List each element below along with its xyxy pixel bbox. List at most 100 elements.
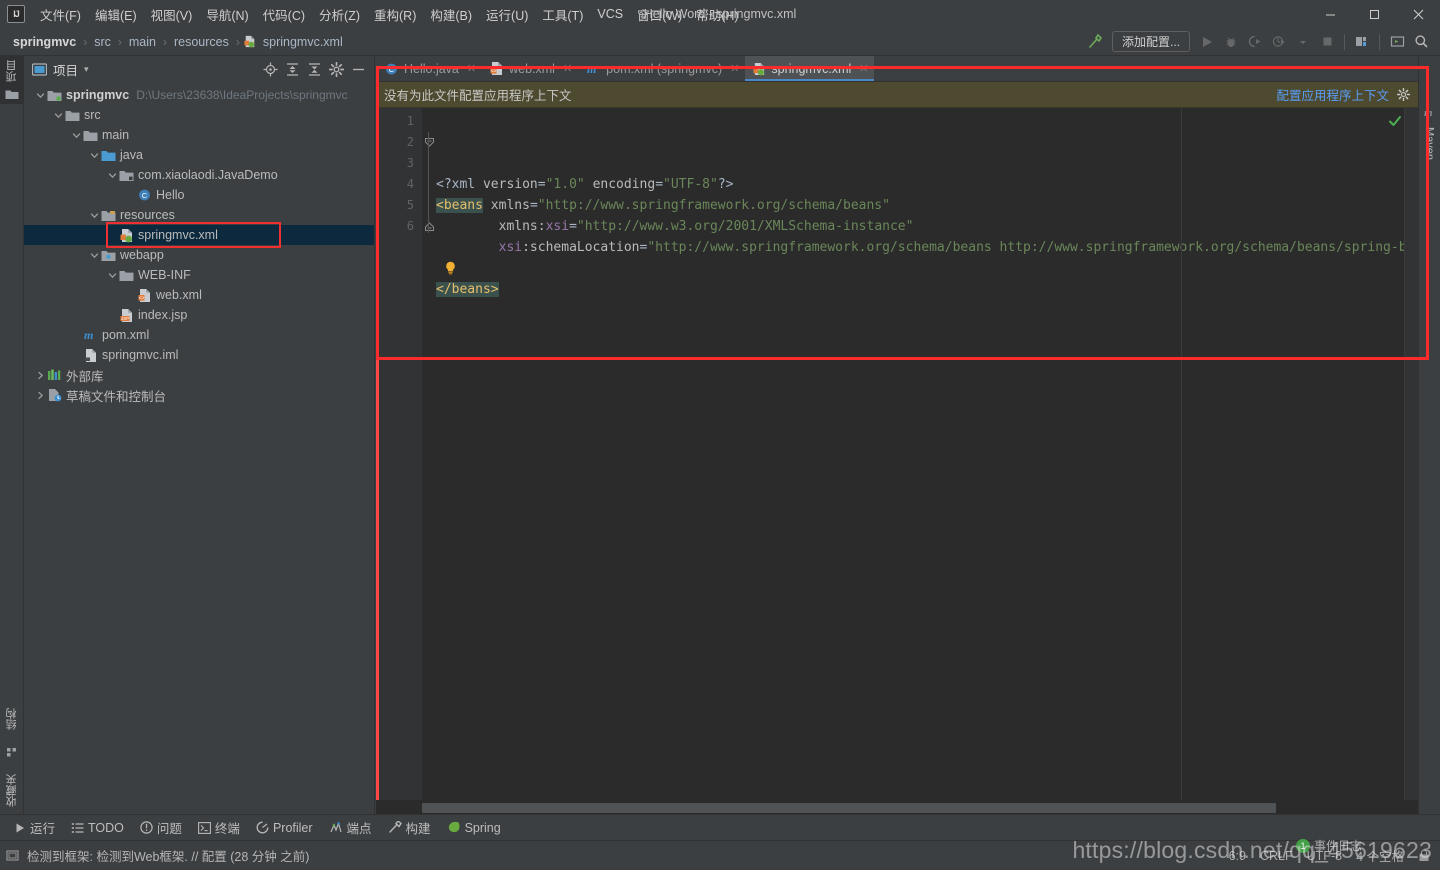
project-structure-icon[interactable] — [1351, 31, 1373, 53]
inspection-marker-gutter[interactable] — [1404, 108, 1418, 800]
close-button[interactable] — [1396, 0, 1440, 28]
bottom-tool---[interactable]: 终端 — [190, 816, 248, 839]
stop-icon[interactable] — [1316, 31, 1338, 53]
line-separator[interactable]: CRLF — [1260, 849, 1293, 863]
menu-item-4[interactable]: 代码(C) — [256, 1, 312, 28]
menu-item-10[interactable]: VCS — [590, 3, 630, 25]
bottom-tool---[interactable]: 构建 — [380, 816, 439, 839]
tree-node-com.xiaolaodi.javademo[interactable]: com.xiaolaodi.JavaDemo — [24, 165, 374, 185]
code-line-1[interactable]: <?xml version="1.0" encoding="UTF-8"?> — [436, 174, 1418, 195]
bottom-tool---[interactable]: 运行 — [6, 816, 63, 839]
editor-tab-springmvc.xml[interactable]: springmvc.xml ✕ — [745, 56, 875, 81]
close-icon[interactable]: ✕ — [467, 62, 476, 75]
run-icon[interactable] — [1196, 31, 1218, 53]
fold-marker-close[interactable] — [422, 216, 436, 237]
chevron-down-icon[interactable]: ▾ — [84, 64, 89, 75]
chevron-down-icon[interactable] — [88, 145, 100, 165]
chevron-down-icon[interactable] — [70, 125, 82, 145]
maximize-button[interactable] — [1352, 0, 1396, 28]
code-line-4[interactable]: xsi:schemaLocation="http://www.springfra… — [436, 237, 1418, 258]
tree-node-springmvc[interactable]: springmvc D:\Users\23638\IdeaProjects\spr… — [24, 85, 374, 105]
fold-marker-open[interactable] — [422, 132, 436, 153]
close-icon[interactable]: ✕ — [563, 62, 572, 75]
code-editor[interactable]: 123456 <?xml version="1.0" encoding="UTF… — [376, 108, 1418, 800]
scrollbar-thumb[interactable] — [422, 803, 1277, 813]
hammer-icon[interactable] — [1084, 31, 1106, 53]
lightbulb-icon[interactable] — [444, 261, 457, 275]
menu-item-6[interactable]: 重构(R) — [367, 1, 423, 28]
lock-icon[interactable] — [1418, 849, 1430, 862]
close-icon[interactable]: ✕ — [859, 62, 868, 75]
chevron-down-icon[interactable] — [106, 165, 118, 185]
tree-node-web-inf[interactable]: WEB-INF — [24, 265, 374, 285]
tree-node-pom.xml[interactable]: m pom.xml — [24, 325, 374, 345]
menu-item-12[interactable]: 帮助(H) — [689, 1, 745, 28]
editor-tab-hello.java[interactable]: C Hello.java ✕ — [376, 56, 483, 81]
tree-node-web.xml[interactable]: <> web.xml — [24, 285, 374, 305]
bottom-tool-todo[interactable]: TODO — [63, 819, 132, 837]
chevron-down-icon[interactable] — [52, 105, 64, 125]
tree-node-main[interactable]: main — [24, 125, 374, 145]
tree-node-src[interactable]: src — [24, 105, 374, 125]
menu-item-7[interactable]: 构建(B) — [423, 1, 479, 28]
configure-app-context-link[interactable]: 配置应用程序上下文 — [1276, 85, 1389, 104]
project-tree[interactable]: springmvc D:\Users\23638\IdeaProjects\spr… — [24, 82, 374, 828]
menu-item-5[interactable]: 分析(Z) — [312, 1, 367, 28]
tree-node-springmvc.iml[interactable]: springmvc.iml — [24, 345, 374, 365]
chevron-right-icon[interactable] — [34, 385, 46, 405]
menu-item-9[interactable]: 工具(T) — [535, 1, 590, 28]
code-line-5[interactable] — [436, 258, 1418, 279]
layout-icon[interactable] — [1386, 31, 1408, 53]
breadcrumb-item-3[interactable]: resources — [171, 35, 232, 49]
bottom-tool-spring[interactable]: Spring — [439, 819, 509, 837]
close-icon[interactable]: ✕ — [730, 62, 739, 75]
editor-tab-pom.xml--springmvc-[interactable]: m pom.xml (springmvc) ✕ — [578, 56, 746, 81]
bottom-tool-profiler[interactable]: Profiler — [248, 819, 321, 837]
tree-node-springmvc.xml[interactable]: springmvc.xml — [24, 225, 374, 245]
tree-node---------[interactable]: 草稿文件和控制台 — [24, 385, 374, 405]
tree-node-java[interactable]: java — [24, 145, 374, 165]
code-line-3[interactable]: xmlns:xsi="http://www.w3.org/2001/XMLSch… — [436, 216, 1418, 237]
search-icon[interactable] — [1410, 31, 1432, 53]
event-log-status[interactable]: 1 事件日志 — [1295, 837, 1362, 854]
menu-item-11[interactable]: 窗口(W) — [630, 1, 689, 28]
menu-item-8[interactable]: 运行(U) — [479, 1, 535, 28]
caret-position[interactable]: 6:9 — [1229, 849, 1246, 863]
locate-icon[interactable] — [260, 59, 280, 79]
minimize-button[interactable] — [1308, 0, 1352, 28]
chevron-down-icon[interactable] — [106, 265, 118, 285]
maven-icon[interactable]: m — [1423, 106, 1436, 119]
profile-icon[interactable] — [1268, 31, 1290, 53]
folder-icon[interactable] — [5, 88, 19, 100]
fold-gutter[interactable] — [422, 108, 436, 800]
bottom-tool---[interactable]: 问题 — [132, 816, 190, 839]
breadcrumb-item-1[interactable]: src — [91, 35, 114, 49]
gear-icon[interactable] — [1397, 88, 1410, 101]
breadcrumb-item-4[interactable]: springmvc.xml — [260, 35, 346, 49]
memory-icon[interactable] — [6, 849, 19, 862]
chevron-right-icon[interactable] — [34, 365, 46, 385]
favorites-stripe-label[interactable]: 收藏夹 — [4, 774, 20, 807]
add-configuration-button[interactable]: 添加配置... — [1111, 31, 1190, 52]
breadcrumb-item-0[interactable]: springmvc — [10, 35, 79, 49]
menu-item-0[interactable]: 文件(F) — [33, 1, 88, 28]
tree-node-webapp[interactable]: webapp — [24, 245, 374, 265]
chevron-down-icon[interactable] — [88, 205, 100, 225]
gear-icon[interactable] — [326, 59, 346, 79]
chevron-down-icon[interactable] — [34, 85, 46, 105]
breadcrumb-item-2[interactable]: main — [126, 35, 159, 49]
project-stripe-label[interactable]: 项目 — [4, 60, 20, 82]
tree-node----[interactable]: 外部库 — [24, 365, 374, 385]
code-line-2[interactable]: <beans xmlns="http://www.springframework… — [436, 195, 1418, 216]
bottom-tool---[interactable]: 端点 — [321, 816, 380, 839]
menu-item-1[interactable]: 编辑(E) — [88, 1, 144, 28]
editor-tab-web.xml[interactable]: <> web.xml ✕ — [482, 56, 579, 81]
menu-item-2[interactable]: 视图(V) — [144, 1, 200, 28]
ok-check-icon[interactable] — [1388, 114, 1402, 128]
status-message[interactable]: 检测到框架: 检测到Web框架. // 配置 (28 分钟 之前) — [27, 846, 309, 865]
tree-node-hello[interactable]: C Hello — [24, 185, 374, 205]
structure-stripe-label[interactable]: 结构 — [4, 708, 20, 730]
structure-icon[interactable] — [6, 746, 18, 758]
chevron-down-icon[interactable] — [1292, 31, 1314, 53]
minimize-icon[interactable] — [348, 59, 368, 79]
